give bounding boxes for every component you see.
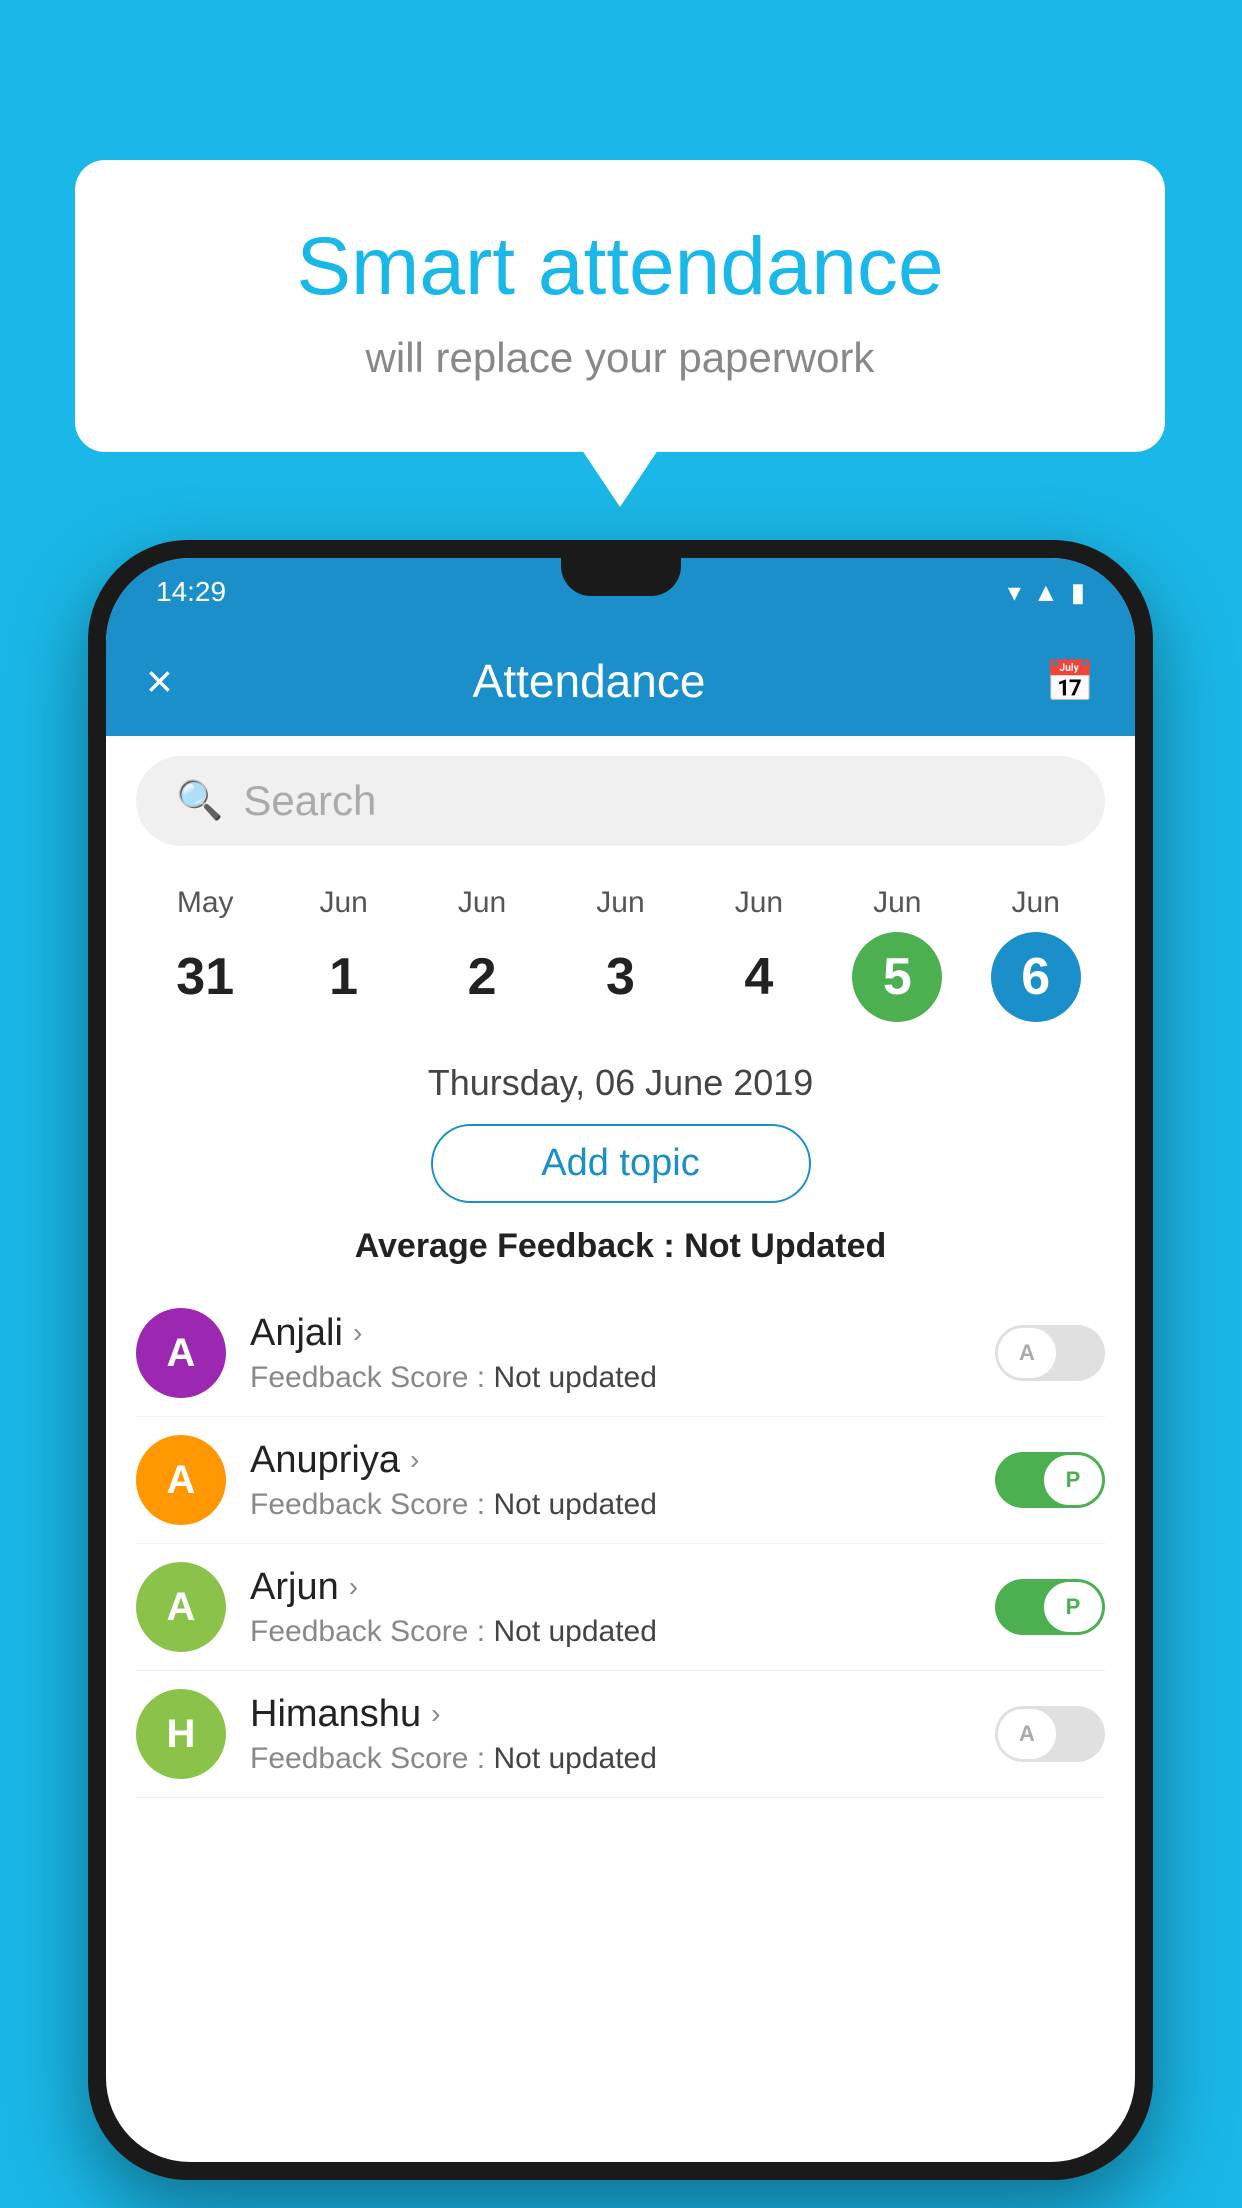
date-day: 6: [991, 932, 1081, 1022]
phone-wrapper: 14:29 ▾ ▲ ▮ × Attendance 📅 🔍 Search: [88, 540, 1153, 2180]
app-title: Attendance: [173, 654, 1005, 708]
date-month: Jun: [458, 886, 506, 920]
speech-bubble: Smart attendance will replace your paper…: [75, 160, 1165, 452]
date-month: May: [177, 886, 234, 920]
phone-outer: 14:29 ▾ ▲ ▮ × Attendance 📅 🔍 Search: [88, 540, 1153, 2180]
student-name[interactable]: Arjun ›: [250, 1566, 971, 1609]
battery-icon: ▮: [1071, 577, 1085, 608]
date-item[interactable]: Jun 6: [981, 886, 1091, 1022]
search-bar[interactable]: 🔍 Search: [136, 756, 1105, 846]
app-bar: × Attendance 📅: [106, 626, 1135, 736]
student-row: H Himanshu › Feedback Score : Not updated A: [136, 1671, 1105, 1798]
student-name[interactable]: Anjali ›: [250, 1312, 971, 1355]
date-item[interactable]: Jun 2: [427, 886, 537, 1022]
phone-notch: [561, 558, 681, 596]
date-month: Jun: [1012, 886, 1060, 920]
bubble-subtitle: will replace your paperwork: [155, 334, 1085, 382]
search-placeholder: Search: [243, 777, 376, 825]
avatar: A: [136, 1435, 226, 1525]
content-area: Thursday, 06 June 2019 Add topic Average…: [106, 1032, 1135, 1818]
avg-feedback-label: Average Feedback :: [355, 1227, 675, 1265]
app-content: 🔍 Search May 31 Jun 1 Jun 2 Jun 3 Jun 4 Jun 5 Jun 6 T…: [106, 736, 1135, 2162]
student-list: AAnjali ›Feedback Score : Not updatedAAA…: [136, 1290, 1105, 1798]
date-day: 3: [575, 932, 665, 1022]
avatar: H: [136, 1689, 226, 1779]
student-feedback: Feedback Score : Not updated: [250, 1361, 971, 1395]
calendar-button[interactable]: 📅: [1045, 658, 1095, 705]
date-item[interactable]: Jun 5: [842, 886, 952, 1022]
selected-date: Thursday, 06 June 2019: [136, 1062, 1105, 1104]
attendance-toggle[interactable]: A: [995, 1325, 1105, 1381]
toggle-knob: A: [998, 1328, 1056, 1378]
date-day: 5: [852, 932, 942, 1022]
date-month: Jun: [735, 886, 783, 920]
avatar: A: [136, 1308, 226, 1398]
student-name[interactable]: Anupriya ›: [250, 1439, 971, 1482]
student-name[interactable]: Himanshu ›: [250, 1693, 971, 1736]
student-feedback: Feedback Score : Not updated: [250, 1742, 971, 1776]
date-day: 4: [714, 932, 804, 1022]
date-item[interactable]: May 31: [150, 886, 260, 1022]
signal-icon: ▲: [1033, 577, 1059, 608]
attendance-toggle[interactable]: P: [995, 1579, 1105, 1635]
date-strip: May 31 Jun 1 Jun 2 Jun 3 Jun 4 Jun 5 Jun 6: [106, 866, 1135, 1032]
date-day: 2: [437, 932, 527, 1022]
avg-feedback: Average Feedback : Not Updated: [136, 1227, 1105, 1266]
chevron-icon: ›: [349, 1571, 358, 1603]
date-month: Jun: [319, 886, 367, 920]
wifi-icon: ▾: [1008, 577, 1021, 608]
close-button[interactable]: ×: [146, 654, 173, 708]
attendance-toggle[interactable]: P: [995, 1452, 1105, 1508]
search-icon: 🔍: [176, 779, 223, 823]
student-row: A Arjun › Feedback Score : Not updated P: [136, 1544, 1105, 1671]
chevron-icon: ›: [410, 1444, 419, 1476]
date-day: 31: [160, 932, 250, 1022]
status-icons: ▾ ▲ ▮: [1008, 577, 1085, 608]
attendance-toggle[interactable]: A: [995, 1706, 1105, 1762]
toggle-knob: A: [998, 1709, 1056, 1759]
date-month: Jun: [873, 886, 921, 920]
student-row: A Anupriya › Feedback Score : Not updated P: [136, 1417, 1105, 1544]
student-row: A Anjali › Feedback Score : Not updated A: [136, 1290, 1105, 1417]
avg-feedback-value: Not Updated: [684, 1227, 886, 1265]
student-feedback: Feedback Score : Not updated: [250, 1488, 971, 1522]
student-info: Arjun › Feedback Score : Not updated: [250, 1566, 971, 1649]
date-month: Jun: [596, 886, 644, 920]
student-info: Anjali › Feedback Score : Not updated: [250, 1312, 971, 1395]
student-info: Anupriya › Feedback Score : Not updated: [250, 1439, 971, 1522]
toggle-knob: P: [1044, 1582, 1102, 1632]
student-info: Himanshu › Feedback Score : Not updated: [250, 1693, 971, 1776]
chevron-icon: ›: [353, 1317, 362, 1349]
date-item[interactable]: Jun 3: [565, 886, 675, 1022]
date-day: 1: [299, 932, 389, 1022]
toggle-knob: P: [1044, 1455, 1102, 1505]
bubble-title: Smart attendance: [155, 220, 1085, 314]
chevron-icon: ›: [431, 1698, 440, 1730]
phone-inner: 14:29 ▾ ▲ ▮ × Attendance 📅 🔍 Search: [106, 558, 1135, 2162]
status-time: 14:29: [156, 576, 226, 608]
student-feedback: Feedback Score : Not updated: [250, 1615, 971, 1649]
add-topic-button[interactable]: Add topic: [431, 1124, 811, 1203]
date-item[interactable]: Jun 4: [704, 886, 814, 1022]
avatar: A: [136, 1562, 226, 1652]
date-item[interactable]: Jun 1: [289, 886, 399, 1022]
